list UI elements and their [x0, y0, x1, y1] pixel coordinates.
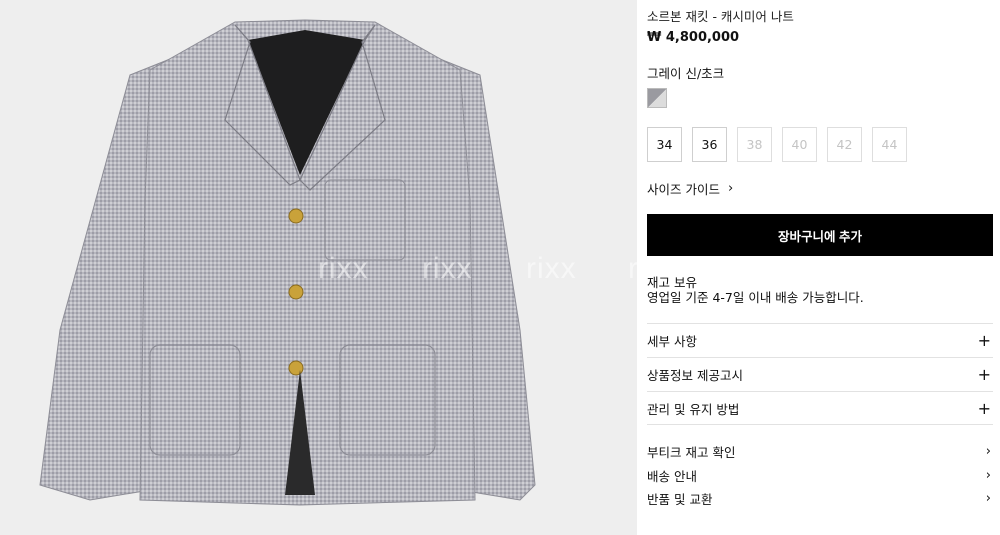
shipping-info-link[interactable]: 배송 안내 › — [647, 465, 993, 485]
accordion-details[interactable]: 세부 사항 + — [647, 323, 993, 357]
size-option-unavailable: 44 — [872, 127, 907, 162]
boutique-stock-link[interactable]: 부티크 재고 확인 › — [647, 441, 993, 461]
plus-icon: + — [977, 398, 991, 418]
product-title: 소르본 재킷 - 캐시미어 나트 — [647, 9, 794, 24]
accordion-care[interactable]: 관리 및 유지 방법 + — [647, 391, 993, 425]
link-label: 배송 안내 — [647, 468, 697, 484]
watermark-text: r — [628, 252, 637, 285]
size-option[interactable]: 34 — [647, 127, 682, 162]
plus-icon: + — [977, 365, 991, 384]
size-option[interactable]: 36 — [692, 127, 727, 162]
size-option-unavailable: 38 — [737, 127, 772, 162]
add-to-cart-button[interactable]: 장바구니에 추가 — [647, 214, 993, 256]
product-price: ₩ 4,800,000 — [647, 30, 740, 45]
product-info-panel: 소르본 재킷 - 캐시미어 나트 ₩ 4,800,000 그레이 신/초크 34… — [647, 0, 993, 535]
returns-exchange-link[interactable]: 반품 및 교환 › — [647, 488, 993, 508]
accordion-label: 상품정보 제공고시 — [647, 368, 743, 383]
link-label: 부티크 재고 확인 — [647, 444, 736, 460]
watermark-text: rixx — [526, 252, 577, 285]
color-swatch[interactable] — [647, 88, 667, 108]
chevron-right-icon: › — [985, 490, 991, 506]
size-selector: 34 36 38 40 42 44 — [647, 127, 907, 162]
chevron-right-icon: › — [727, 181, 734, 196]
chevron-right-icon: › — [985, 443, 991, 459]
accordion-label: 세부 사항 — [647, 334, 697, 349]
color-name: 그레이 신/초크 — [647, 66, 725, 81]
link-label: 반품 및 교환 — [647, 491, 713, 507]
accordion-product-notice[interactable]: 상품정보 제공고시 + — [647, 357, 993, 391]
size-guide-label: 사이즈 가이드 — [647, 182, 720, 197]
chevron-right-icon: › — [985, 467, 991, 483]
size-option-unavailable: 42 — [827, 127, 862, 162]
accordion-label: 관리 및 유지 방법 — [647, 401, 740, 417]
stock-label: 재고 보유 — [647, 275, 697, 290]
size-guide-link[interactable]: 사이즈 가이드 › — [647, 179, 735, 198]
watermark-text: rixx — [318, 252, 369, 285]
size-option-unavailable: 40 — [782, 127, 817, 162]
delivery-note: 영업일 기준 4-7일 이내 배송 가능합니다. — [647, 290, 864, 305]
watermark-text: rixx — [422, 252, 473, 285]
stock-status: 재고 보유 영업일 기준 4-7일 이내 배송 가능합니다. — [647, 275, 864, 305]
plus-icon: + — [977, 331, 991, 350]
product-image[interactable]: rixx rixx rixx r — [0, 0, 637, 535]
